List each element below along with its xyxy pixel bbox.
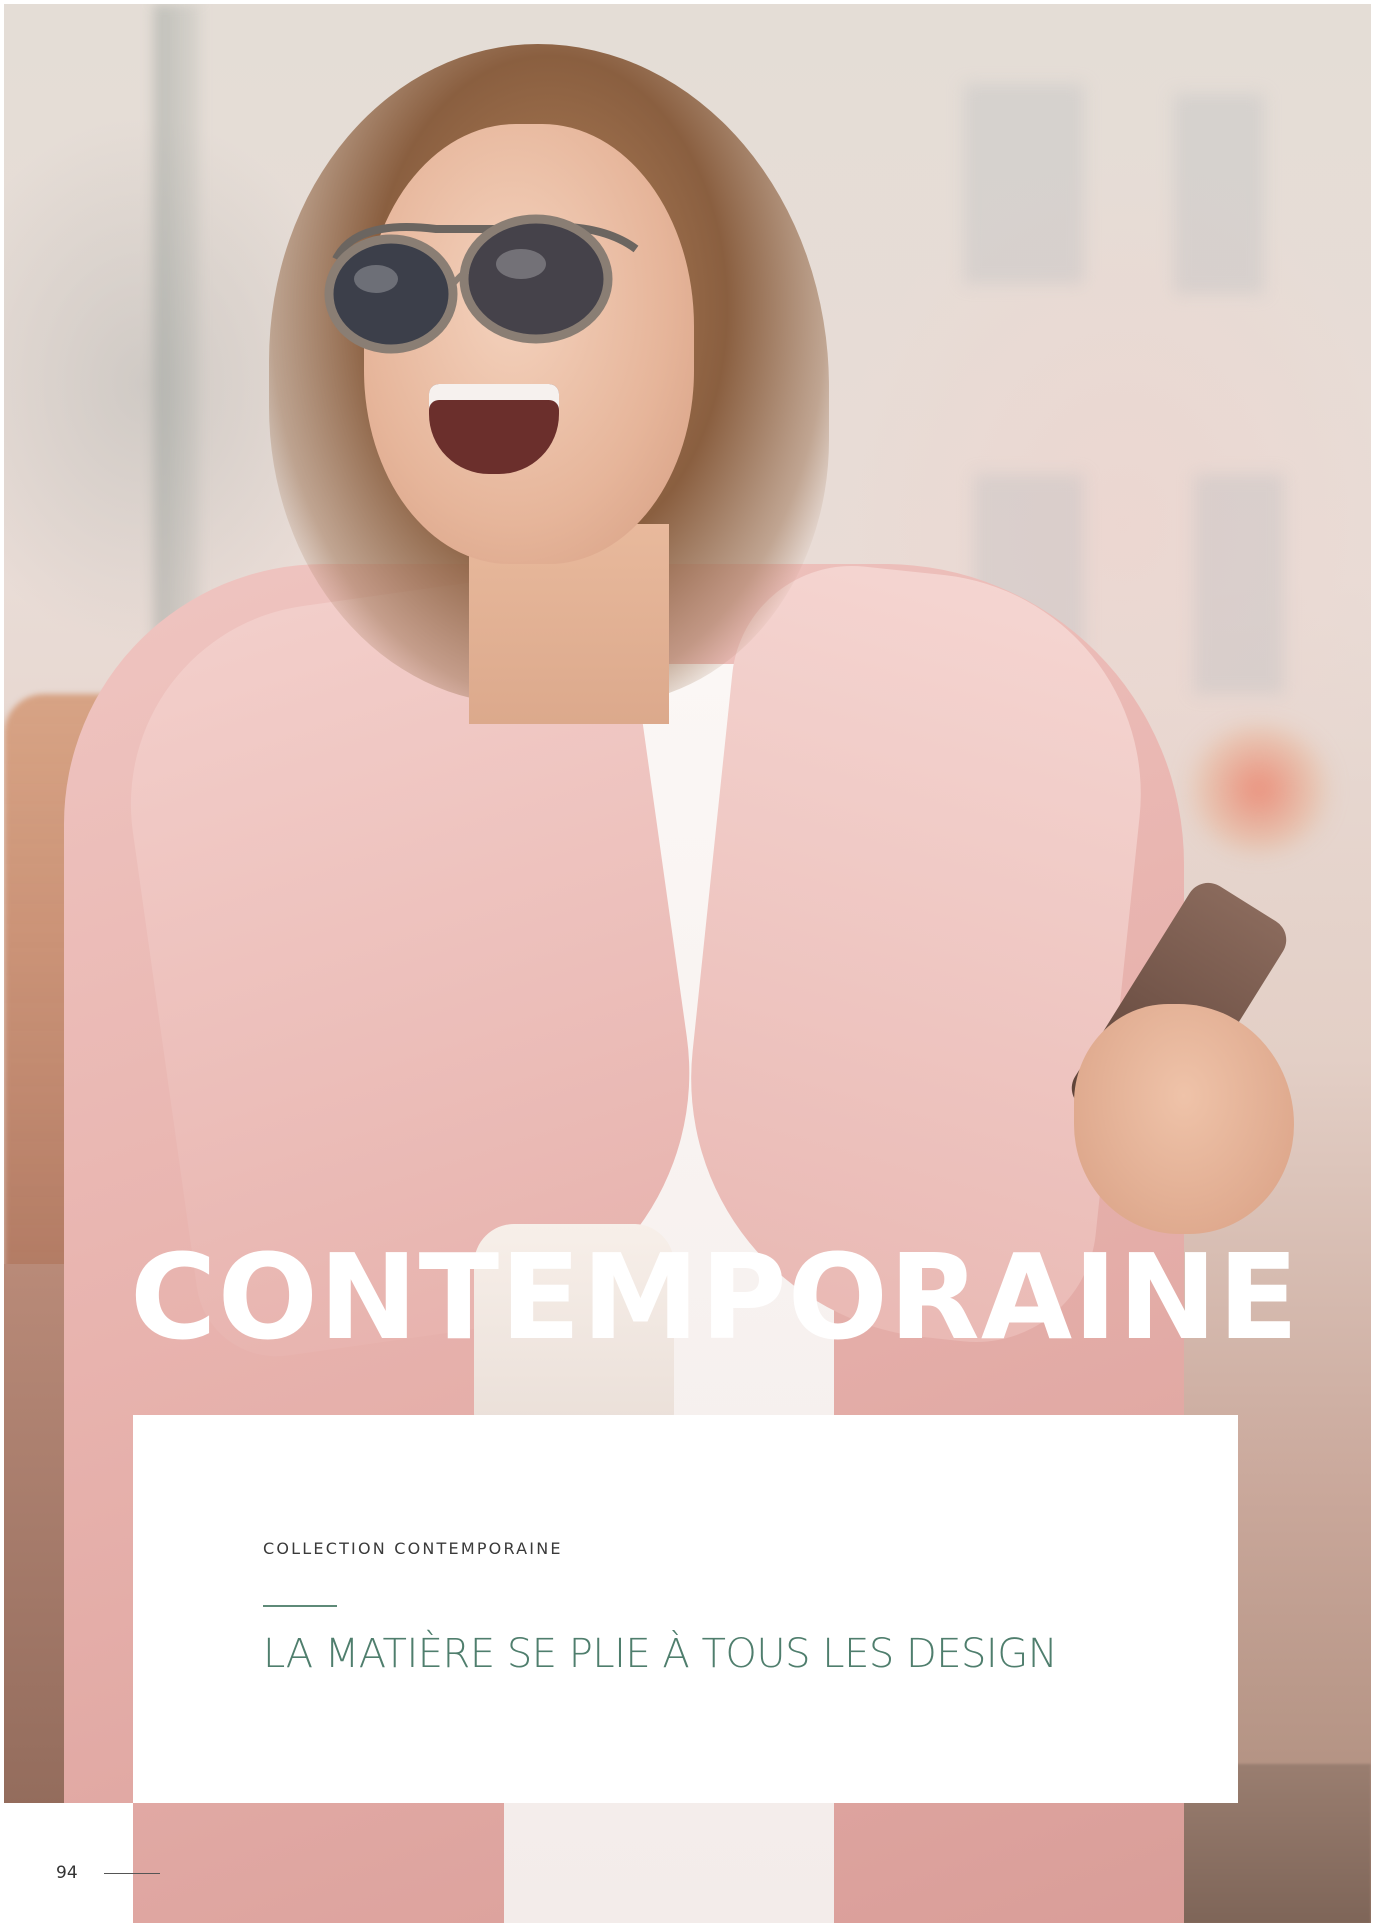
headline: LA MATIÈRE SE PLIE À TOUS LES DESIGN (263, 1631, 1058, 1677)
background-window (1194, 474, 1284, 694)
folio: 94 (0, 1803, 160, 1923)
page-number: 94 (56, 1863, 78, 1883)
background-sign (1184, 724, 1334, 854)
hand (1074, 1004, 1294, 1234)
collection-label: COLLECTION CONTEMPORAINE (263, 1539, 563, 1558)
background-window (1174, 94, 1264, 294)
divider (263, 1605, 337, 1607)
sunglasses-icon (324, 214, 639, 354)
page-title: CONTEMPORAINE (130, 1228, 1300, 1366)
info-card: COLLECTION CONTEMPORAINE LA MATIÈRE SE P… (133, 1415, 1238, 1803)
background-window (964, 84, 1084, 284)
page-number-divider (104, 1873, 160, 1874)
